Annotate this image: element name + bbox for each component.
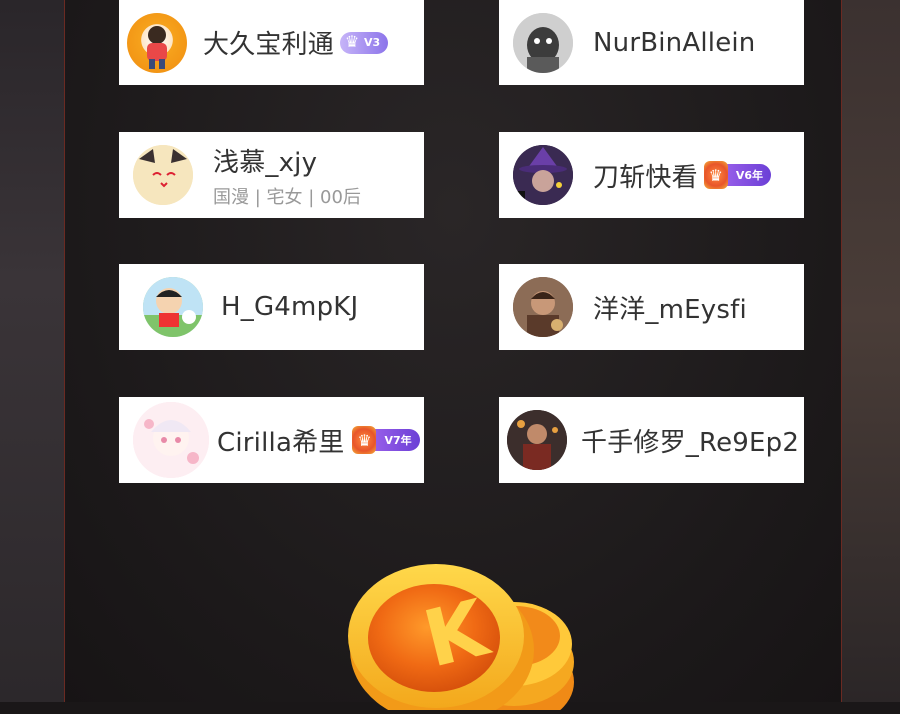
crown-icon: ♛ [344, 32, 360, 51]
avatar[interactable] [143, 277, 203, 337]
user-card[interactable]: 大久宝利通 ♛ V3 [119, 0, 424, 85]
level-badge: ♛ V3 [340, 31, 389, 54]
user-card[interactable]: H_G4mpKJ [119, 264, 424, 350]
avatar[interactable] [133, 402, 209, 478]
crown-icon: ♛ [703, 161, 728, 189]
background-right [842, 0, 900, 702]
username: 浅慕_xjy [213, 147, 318, 178]
avatar[interactable] [513, 145, 573, 205]
avatar[interactable] [507, 410, 567, 470]
avatar[interactable] [127, 12, 187, 73]
username: Cirilla希里 [217, 427, 345, 458]
level-badge: ♛ V7年 [352, 426, 420, 454]
user-tags: 国漫 | 宅女 | 00后 [213, 186, 361, 208]
username: 刀斩快看 [593, 162, 698, 193]
user-card[interactable]: 千手修罗_Re9Ep2 [499, 397, 804, 483]
background-left [0, 0, 64, 702]
avatar[interactable] [513, 12, 573, 73]
username: 千手修罗_Re9Ep2 [581, 427, 800, 458]
username: H_G4mpKJ [221, 292, 359, 322]
user-card[interactable]: NurBinAllein [499, 0, 804, 85]
username: 洋洋_mEysfi [593, 294, 747, 325]
username: NurBinAllein [593, 27, 756, 58]
k-coin-icon: K [346, 540, 582, 714]
user-card[interactable]: Cirilla希里 ♛ V7年 [119, 397, 424, 483]
user-card[interactable]: 浅慕_xjy 国漫 | 宅女 | 00后 [119, 132, 424, 218]
level-badge: ♛ V6年 [703, 161, 771, 189]
username: 大久宝利通 [203, 30, 335, 60]
user-info: 浅慕_xjy 国漫 | 宅女 | 00后 [213, 142, 361, 209]
user-card[interactable]: 洋洋_mEysfi [499, 264, 804, 350]
avatar[interactable] [133, 145, 193, 205]
crown-icon: ♛ [352, 426, 377, 454]
user-card[interactable]: 刀斩快看 ♛ V6年 [499, 132, 804, 218]
avatar[interactable] [513, 277, 573, 337]
